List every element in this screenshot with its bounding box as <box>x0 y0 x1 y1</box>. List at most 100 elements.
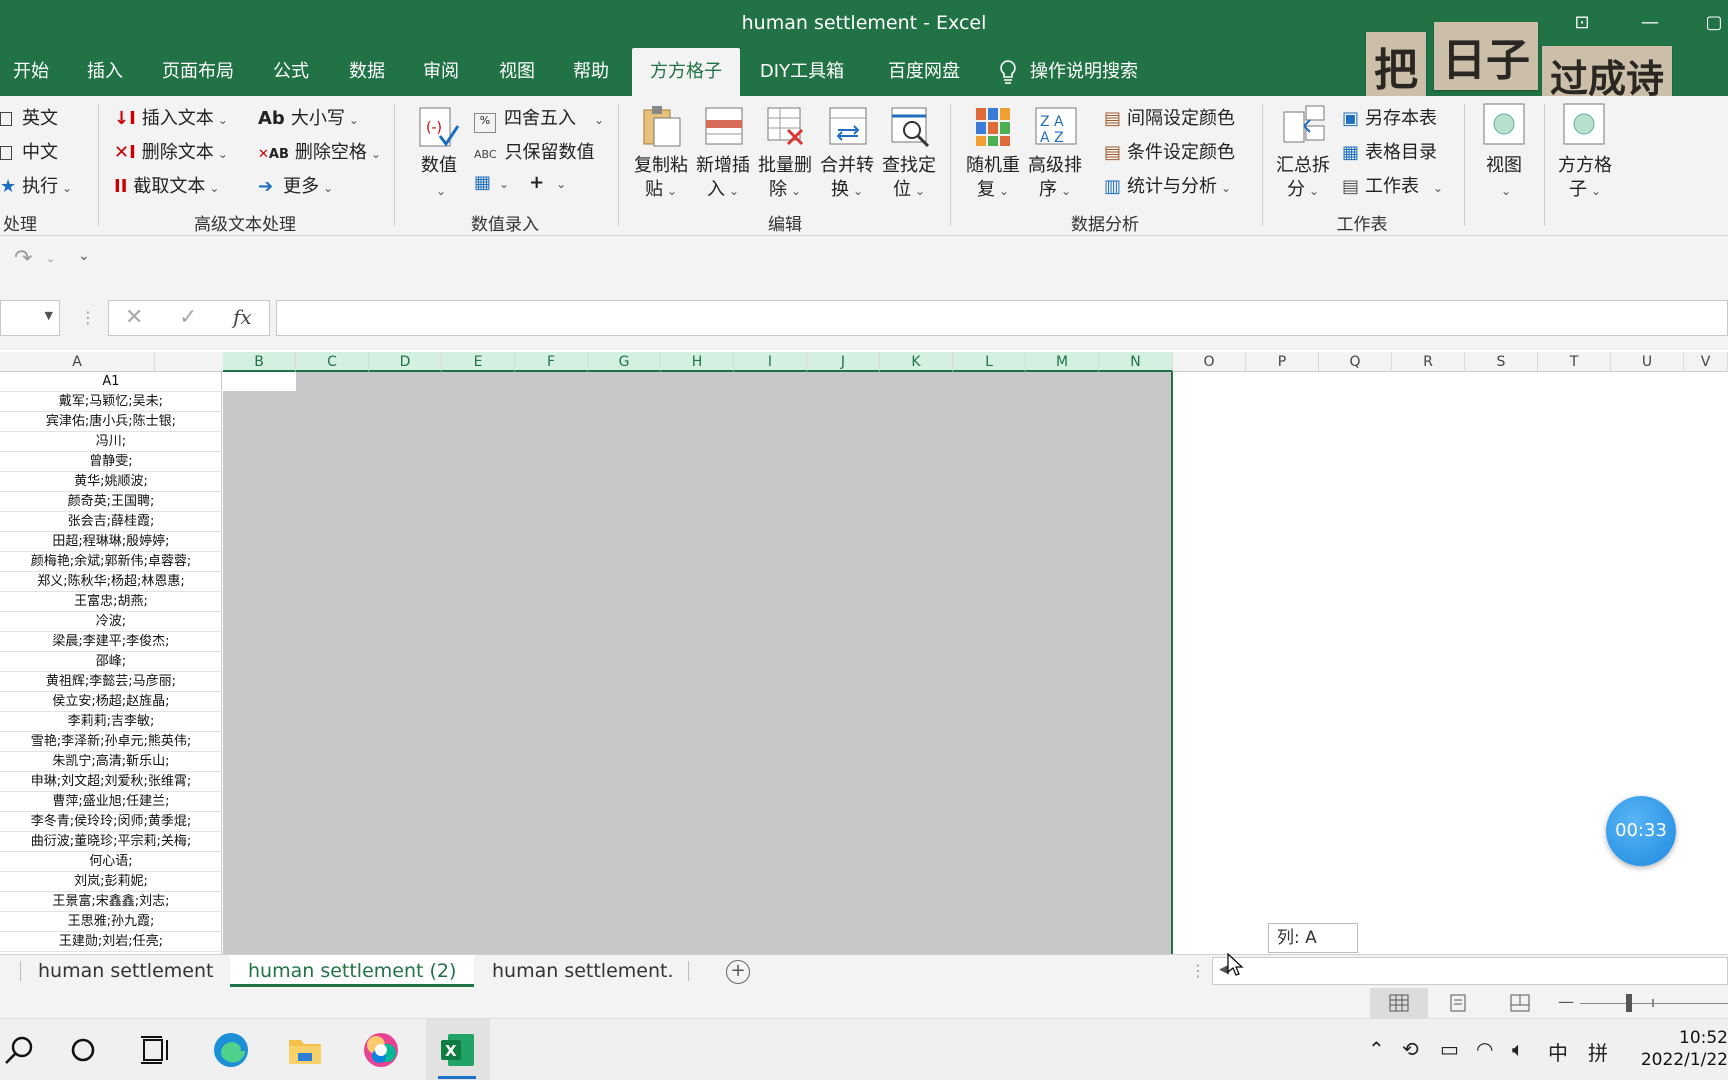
battery-icon[interactable]: ▭ <box>1440 1037 1459 1061</box>
keep-numbers-button[interactable]: ABC 只保留数值 <box>474 138 595 164</box>
find-locate-button[interactable]: 查找定位 ⌄ <box>880 154 938 203</box>
column-header[interactable]: P <box>1246 352 1319 372</box>
save-sheet-button[interactable]: ▣ 另存本表 <box>1342 104 1437 130</box>
view-button[interactable]: 视图 ⌄ <box>1478 154 1530 203</box>
formula-input[interactable] <box>276 300 1728 336</box>
column-header[interactable]: K <box>880 352 953 372</box>
search-icon[interactable] <box>2 1031 40 1069</box>
column-header[interactable]: D <box>369 352 442 372</box>
insert-text-button[interactable]: ↓I 插入文本 ⌄ <box>114 104 228 130</box>
insert-rows-button[interactable]: 新增插入 ⌄ <box>694 154 752 203</box>
tab-help[interactable]: 帮助 <box>562 48 620 96</box>
column-header[interactable]: B <box>223 352 296 372</box>
round-button[interactable]: % 四舍五入 ⌄ <box>474 104 604 133</box>
name-box[interactable]: ▼ <box>0 300 60 336</box>
column-header[interactable]: V <box>1684 352 1728 372</box>
horizontal-scrollbar[interactable]: ◀ <box>1212 957 1728 985</box>
merge-convert-button[interactable]: 合并转换 ⌄ <box>818 154 876 203</box>
cell[interactable]: 曲衍波;董晓珍;平宗莉;关梅; <box>0 832 222 852</box>
restore-button[interactable]: ▢ <box>1694 8 1728 38</box>
column-header[interactable]: R <box>1392 352 1465 372</box>
cell[interactable]: 申琳;刘文超;刘爱秋;张维霄; <box>0 772 222 792</box>
sync-icon[interactable]: ⟲ <box>1402 1037 1419 1061</box>
worksheet-grid[interactable]: A1 戴军;马颖忆;吴未; 宾津佑;唐小兵;陈士银; 冯川; 曾静雯; 黄华;姚… <box>0 372 1728 954</box>
condition-color-button[interactable]: ▤ 条件设定颜色 <box>1104 138 1235 164</box>
tab-insert[interactable]: 插入 <box>76 48 134 96</box>
task-view-icon[interactable] <box>138 1031 176 1069</box>
wifi-icon[interactable]: ◠ <box>1476 1037 1493 1061</box>
volume-icon[interactable]: 🔈︎ <box>1512 1037 1524 1061</box>
selected-range[interactable] <box>223 372 1173 954</box>
cell[interactable]: 王富忠;胡燕; <box>0 592 222 612</box>
column-header[interactable]: C <box>296 352 369 372</box>
copy-paste-button[interactable]: 复制粘贴 ⌄ <box>632 154 690 203</box>
split-handle-icon[interactable]: ⋮ <box>1190 961 1206 980</box>
edge-browser-icon[interactable] <box>212 1031 250 1069</box>
name-box-dropdown-icon[interactable]: ▼ <box>45 309 53 322</box>
english-option[interactable]: 英文 <box>0 104 58 130</box>
column-header[interactable]: L <box>953 352 1026 372</box>
cell[interactable]: 曾静雯; <box>0 452 222 472</box>
column-header[interactable]: M <box>1026 352 1099 372</box>
cell[interactable]: 何心语; <box>0 852 222 872</box>
cell[interactable]: 王建勋;刘岩;任亮; <box>0 932 222 952</box>
tab-data[interactable]: 数据 <box>338 48 396 96</box>
edit-tools-button[interactable]: ▦ ⌄ + ⌄ <box>474 172 566 193</box>
sheet-tab[interactable]: human settlement <box>20 955 231 987</box>
active-cell[interactable] <box>223 372 296 391</box>
plus-icon[interactable]: + <box>529 172 544 193</box>
cell[interactable]: 王思雅;孙九霞; <box>0 912 222 932</box>
delete-text-button[interactable]: ✕I 删除文本 ⌄ <box>114 138 228 164</box>
redo-dropdown-icon[interactable]: ⌄ <box>46 252 55 265</box>
case-button[interactable]: Ab 大小写 ⌄ <box>258 104 359 130</box>
cell[interactable]: 黄华;姚顺波; <box>0 472 222 492</box>
tab-fangfanggezi[interactable]: 方方格子 <box>632 48 740 96</box>
column-header[interactable]: U <box>1611 352 1684 372</box>
column-header[interactable]: J <box>807 352 880 372</box>
colorful-app-icon[interactable] <box>362 1031 400 1069</box>
advanced-sort-button[interactable]: 高级排序 ⌄ <box>1026 154 1084 203</box>
confirm-icon[interactable]: ✓ <box>179 305 197 330</box>
tab-baidu-netdisk[interactable]: 百度网盘 <box>876 48 972 96</box>
tab-formulas[interactable]: 公式 <box>262 48 320 96</box>
cell[interactable]: 颜奇英;王国聘; <box>0 492 222 512</box>
more-button[interactable]: ➔ 更多 ⌄ <box>258 172 333 198</box>
extract-text-button[interactable]: II 截取文本 ⌄ <box>114 172 219 198</box>
cell[interactable]: 宾津佑;唐小兵;陈士银; <box>0 412 222 432</box>
cell[interactable]: 戴军;马颖忆;吴未; <box>0 392 222 412</box>
tab-review[interactable]: 审阅 <box>412 48 470 96</box>
fangfanggezi-button[interactable]: 方方格子 ⌄ <box>1554 154 1616 203</box>
batch-delete-button[interactable]: 批量删除 ⌄ <box>756 154 814 203</box>
cell[interactable]: 李冬青;侯玲玲;闵师;黄季焜; <box>0 812 222 832</box>
cell[interactable]: 邵峰; <box>0 652 222 672</box>
column-header[interactable]: A <box>0 352 155 372</box>
tab-home[interactable]: 开始 <box>0 48 62 96</box>
statistics-button[interactable]: ▥ 统计与分析 ⌄ <box>1104 172 1231 198</box>
chevron-up-icon[interactable]: ⌃ <box>1368 1037 1385 1061</box>
cell[interactable]: 张会吉;薛桂霞; <box>0 512 222 532</box>
zoom-slider[interactable] <box>1580 1003 1728 1004</box>
cell[interactable]: 冷波; <box>0 612 222 632</box>
cell[interactable]: 曹萍;盛业旭;任建兰; <box>0 792 222 812</box>
summarize-split-button[interactable]: 汇总拆分 ⌄ <box>1274 154 1332 203</box>
cell[interactable]: 郑义;陈秋华;杨超;林恩惠; <box>0 572 222 592</box>
column-header[interactable]: F <box>515 352 588 372</box>
cell[interactable]: 冯川; <box>0 432 222 452</box>
execute-button[interactable]: ★ 执行 ⌄ <box>0 172 72 198</box>
add-sheet-icon[interactable]: + <box>726 960 750 984</box>
column-header[interactable]: I <box>734 352 807 372</box>
zoom-slider-thumb[interactable] <box>1626 994 1632 1012</box>
cell[interactable]: 侯立安;杨超;赵旌晶; <box>0 692 222 712</box>
cell[interactable]: 李莉莉;吉李敏; <box>0 712 222 732</box>
tab-page-layout[interactable]: 页面布局 <box>150 48 246 96</box>
input-method-pinyin[interactable]: 拼 <box>1588 1037 1608 1066</box>
interval-color-button[interactable]: ▤ 间隔设定颜色 <box>1104 104 1235 130</box>
excel-icon[interactable]: X <box>438 1031 476 1069</box>
column-header[interactable]: H <box>661 352 734 372</box>
column-header[interactable]: O <box>1173 352 1246 372</box>
worksheet-button[interactable]: ▤ 工作表 ⌄ <box>1342 172 1443 198</box>
column-header[interactable]: G <box>588 352 661 372</box>
sheet-index-button[interactable]: ▦ 表格目录 <box>1342 138 1437 164</box>
chinese-option[interactable]: 中文 <box>0 138 58 164</box>
cell[interactable]: 朱凯宁;高清;靳乐山; <box>0 752 222 772</box>
